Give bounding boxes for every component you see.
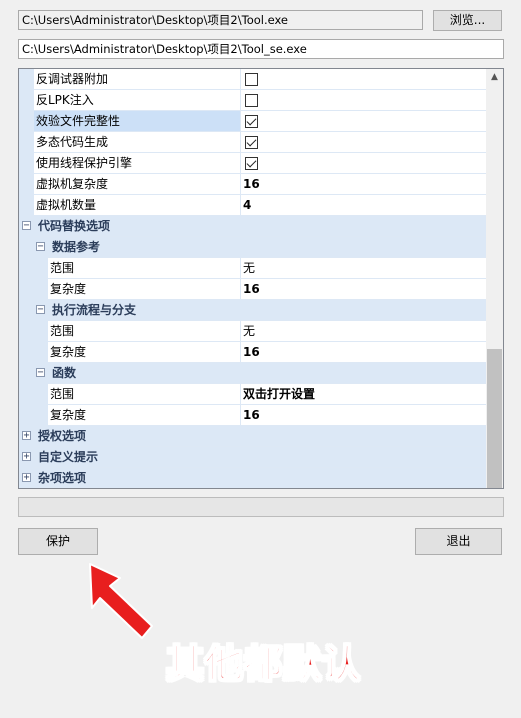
category-label: 执行流程与分支 bbox=[52, 303, 137, 317]
row-gutter bbox=[19, 153, 34, 174]
category-label: 杂项选项 bbox=[38, 471, 87, 485]
property-row[interactable]: 反调试器附加 bbox=[19, 69, 486, 90]
property-name: 多态代码生成 bbox=[36, 135, 109, 149]
property-value[interactable]: 16 bbox=[240, 342, 486, 362]
property-name: 范围 bbox=[50, 261, 75, 275]
row-gutter bbox=[19, 111, 34, 132]
property-value-text: 16 bbox=[243, 177, 260, 191]
row-gutter bbox=[19, 321, 48, 342]
property-row[interactable]: 复杂度 16 bbox=[19, 279, 486, 300]
property-row[interactable]: 反LPK注入 bbox=[19, 90, 486, 111]
property-name: 使用线程保护引擎 bbox=[36, 156, 133, 170]
collapse-icon[interactable]: − bbox=[36, 305, 45, 315]
property-value[interactable] bbox=[240, 90, 486, 110]
category-row[interactable]: − 函数 bbox=[19, 363, 486, 384]
checkbox-icon[interactable] bbox=[245, 94, 258, 107]
category-row[interactable]: − 代码替换选项 bbox=[19, 216, 486, 237]
property-value-text: 16 bbox=[243, 282, 260, 296]
property-value[interactable]: 无 bbox=[240, 321, 486, 341]
property-value[interactable]: 4 bbox=[240, 195, 486, 215]
output-path-field[interactable]: C:\Users\Administrator\Desktop\项目2\Tool_… bbox=[18, 39, 504, 59]
property-grid[interactable]: 反调试器附加 反LPK注入效验文件完整性多态代码生成使用线程保护引擎 虚拟机复杂度 1… bbox=[18, 68, 504, 489]
property-name: 反LPK注入 bbox=[36, 93, 94, 107]
property-row[interactable]: 范围 双击打开设置 bbox=[19, 384, 486, 405]
property-value-text: 4 bbox=[243, 198, 252, 212]
property-value[interactable] bbox=[240, 132, 486, 152]
row-gutter bbox=[19, 258, 48, 279]
row-gutter bbox=[19, 132, 34, 153]
collapse-icon[interactable]: − bbox=[36, 242, 45, 252]
category-label: 数据参考 bbox=[52, 240, 101, 254]
category-row[interactable]: + 自定义提示 bbox=[19, 447, 486, 468]
property-name: 范围 bbox=[50, 387, 75, 401]
category-label: 函数 bbox=[52, 366, 77, 380]
protect-button[interactable]: 保护 bbox=[18, 528, 98, 555]
category-row[interactable]: + 授权选项 bbox=[19, 426, 486, 447]
category-label: 授权选项 bbox=[38, 429, 87, 443]
vertical-scrollbar[interactable]: ▲ bbox=[486, 69, 503, 488]
property-value-text: 16 bbox=[243, 345, 260, 359]
category-label: 自定义提示 bbox=[38, 450, 99, 464]
red-arrow-icon bbox=[89, 563, 153, 639]
property-name: 反调试器附加 bbox=[36, 72, 109, 86]
category-row[interactable]: − 执行流程与分支 bbox=[19, 300, 486, 321]
property-value[interactable] bbox=[240, 69, 486, 89]
collapse-icon[interactable]: − bbox=[22, 221, 31, 231]
property-value[interactable]: 16 bbox=[240, 279, 486, 299]
row-gutter bbox=[19, 384, 48, 405]
checkbox-icon[interactable] bbox=[245, 73, 258, 86]
property-row[interactable]: 虚拟机数量 4 bbox=[19, 195, 486, 216]
category-row[interactable]: + 杂项选项 bbox=[19, 468, 486, 488]
row-gutter bbox=[19, 90, 34, 111]
row-gutter bbox=[19, 174, 34, 195]
property-name: 复杂度 bbox=[50, 408, 87, 422]
row-gutter bbox=[19, 342, 48, 363]
property-row[interactable]: 复杂度 16 bbox=[19, 342, 486, 363]
expand-icon[interactable]: + bbox=[22, 452, 31, 462]
row-gutter bbox=[19, 405, 48, 426]
property-name: 效验文件完整性 bbox=[34, 111, 240, 131]
row-gutter bbox=[19, 69, 34, 90]
property-name: 范围 bbox=[50, 324, 75, 338]
category-label: 代码替换选项 bbox=[38, 219, 111, 233]
input-path-field[interactable]: C:\Users\Administrator\Desktop\项目2\Tool.… bbox=[18, 10, 423, 30]
property-row[interactable]: 范围 无 bbox=[19, 258, 486, 279]
category-row[interactable]: − 数据参考 bbox=[19, 237, 486, 258]
property-value-text: 16 bbox=[243, 408, 260, 422]
property-value-text: 无 bbox=[243, 324, 256, 338]
chevron-up-icon[interactable]: ▲ bbox=[486, 69, 503, 86]
expand-icon[interactable]: + bbox=[22, 473, 31, 483]
checkbox-icon[interactable] bbox=[245, 136, 258, 149]
progress-bar bbox=[18, 497, 504, 517]
row-gutter bbox=[19, 279, 48, 300]
collapse-icon[interactable]: − bbox=[36, 368, 45, 378]
property-name: 虚拟机数量 bbox=[36, 198, 97, 212]
property-value[interactable]: 双击打开设置 bbox=[240, 384, 486, 404]
row-gutter bbox=[19, 195, 34, 216]
property-row[interactable]: 多态代码生成 bbox=[19, 132, 486, 153]
property-row[interactable]: 使用线程保护引擎 bbox=[19, 153, 486, 174]
property-row[interactable]: 复杂度 16 bbox=[19, 405, 486, 426]
property-row[interactable]: 效验文件完整性 bbox=[19, 111, 486, 132]
checkbox-icon[interactable] bbox=[245, 157, 258, 170]
browse-button[interactable]: 浏览... bbox=[433, 10, 502, 31]
property-name: 虚拟机复杂度 bbox=[36, 177, 109, 191]
property-row[interactable]: 范围 无 bbox=[19, 321, 486, 342]
property-name: 复杂度 bbox=[50, 282, 87, 296]
property-value[interactable] bbox=[240, 111, 486, 131]
property-value[interactable]: 无 bbox=[240, 258, 486, 278]
exit-button[interactable]: 退出 bbox=[415, 528, 502, 555]
property-value[interactable]: 16 bbox=[240, 405, 486, 425]
property-name: 复杂度 bbox=[50, 345, 87, 359]
property-value-text: 无 bbox=[243, 261, 256, 275]
property-value[interactable] bbox=[240, 153, 486, 173]
annotation-text: 其他都默认 bbox=[165, 641, 362, 687]
checkbox-icon[interactable] bbox=[245, 115, 258, 128]
property-grid-rows: 反调试器附加 反LPK注入效验文件完整性多态代码生成使用线程保护引擎 虚拟机复杂度 1… bbox=[19, 69, 486, 488]
property-row[interactable]: 虚拟机复杂度 16 bbox=[19, 174, 486, 195]
expand-icon[interactable]: + bbox=[22, 431, 31, 441]
property-value[interactable]: 16 bbox=[240, 174, 486, 194]
property-value-text: 双击打开设置 bbox=[243, 387, 316, 401]
scrollbar-thumb[interactable] bbox=[487, 349, 502, 488]
